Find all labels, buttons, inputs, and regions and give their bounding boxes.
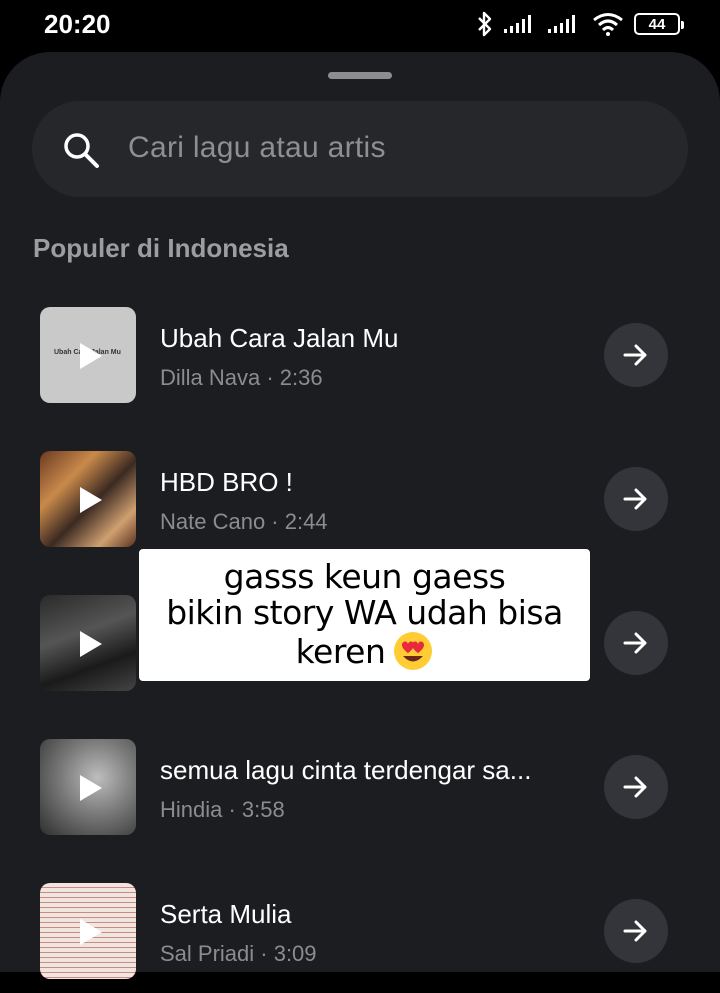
- play-icon: [80, 775, 102, 801]
- arrow-right-icon: [623, 632, 647, 654]
- bluetooth-icon: [478, 11, 492, 37]
- track-item[interactable]: Ubah Cara Jalan Mu Ubah Cara Jalan Mu Di…: [0, 307, 720, 417]
- caption-line-1: gasss keun gaess: [223, 557, 506, 596]
- arrow-right-icon: [623, 920, 647, 942]
- search-input[interactable]: Cari lagu atau artis: [32, 101, 688, 197]
- battery-level: 44: [648, 15, 666, 33]
- music-picker-sheet: Cari lagu atau artis Populer di Indonesi…: [0, 52, 720, 979]
- status-icons: 44: [476, 10, 684, 38]
- track-title: Ubah Cara Jalan Mu: [160, 323, 399, 353]
- track-item[interactable]: Serta Mulia Sal Priadi · 3:09: [0, 883, 720, 993]
- drag-handle[interactable]: [328, 72, 392, 79]
- track-item[interactable]: HBD BRO ! Nate Cano · 2:44: [0, 451, 720, 561]
- track-title: Serta Mulia: [160, 899, 292, 929]
- caption-line-3-text: keren: [295, 632, 386, 671]
- battery-icon: 44: [634, 13, 684, 35]
- wifi-icon: [593, 13, 623, 36]
- caption-line-3: keren: [139, 631, 590, 671]
- album-cover[interactable]: [40, 883, 136, 979]
- signal-icon: [504, 15, 531, 33]
- album-cover[interactable]: [40, 739, 136, 835]
- select-track-button[interactable]: [604, 611, 668, 675]
- album-cover[interactable]: Ubah Cara Jalan Mu: [40, 307, 136, 403]
- track-artist-duration: Hindia · 3:58: [160, 797, 285, 822]
- heart-eyes-emoji-icon: [394, 632, 433, 670]
- album-cover[interactable]: [40, 451, 136, 547]
- play-icon: [80, 919, 102, 945]
- track-artist-duration: Nate Cano · 2:44: [160, 509, 328, 534]
- select-track-button[interactable]: [604, 899, 668, 963]
- signal-icon: [548, 15, 575, 33]
- play-icon: [80, 343, 102, 369]
- search-placeholder: Cari lagu atau artis: [128, 131, 386, 164]
- track-artist-duration: Sal Priadi · 3:09: [160, 941, 317, 966]
- play-icon: [80, 487, 102, 513]
- search-icon: [64, 133, 99, 168]
- select-track-button[interactable]: [604, 323, 668, 387]
- track-title: semua lagu cinta terdengar sa...: [160, 755, 532, 785]
- track-item[interactable]: semua lagu cinta terdengar sa... Hindia …: [0, 739, 720, 849]
- caption-line-2: bikin story WA udah bisa: [166, 593, 563, 632]
- story-caption-overlay: gasss keun gaess bikin story WA udah bis…: [139, 549, 590, 681]
- arrow-right-icon: [623, 344, 647, 366]
- arrow-right-icon: [623, 488, 647, 510]
- track-title: HBD BRO !: [160, 467, 293, 497]
- album-cover[interactable]: [40, 595, 136, 691]
- select-track-button[interactable]: [604, 467, 668, 531]
- track-artist-duration: Dilla Nava · 2:36: [160, 365, 323, 390]
- status-bar: 20:20 44: [0, 0, 720, 50]
- section-title: Populer di Indonesia: [33, 233, 289, 263]
- status-time: 20:20: [44, 9, 111, 39]
- arrow-right-icon: [623, 776, 647, 798]
- select-track-button[interactable]: [604, 755, 668, 819]
- play-icon: [80, 631, 102, 657]
